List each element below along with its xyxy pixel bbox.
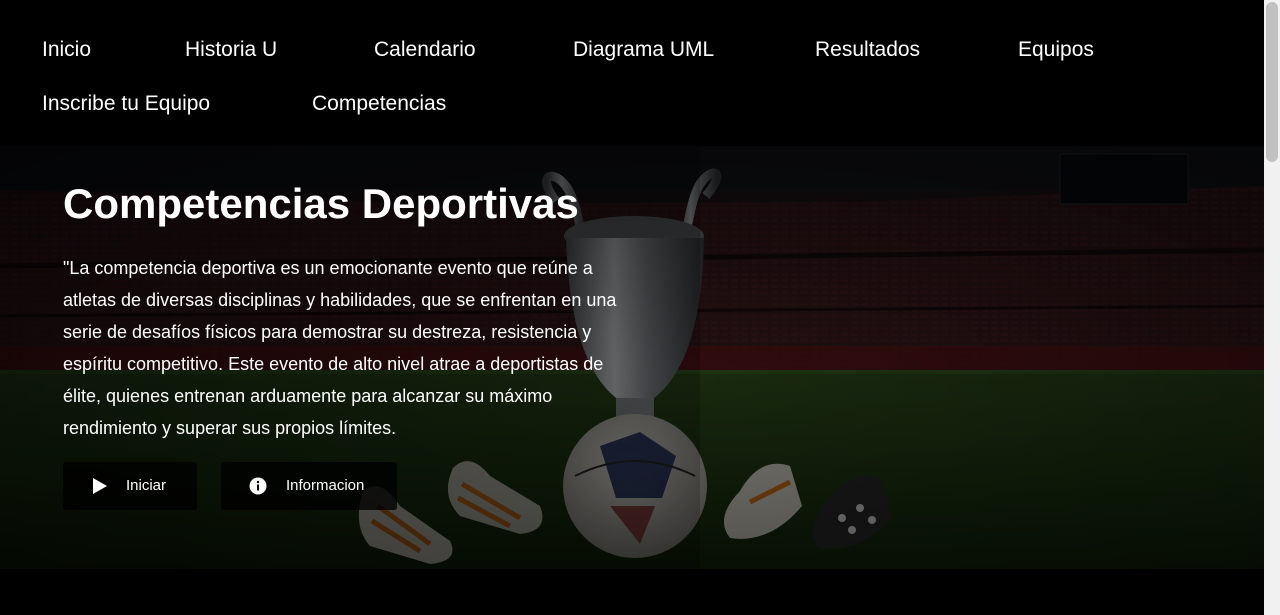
nav-link-inscribe-tu-equipo[interactable]: Inscribe tu Equipo (42, 92, 210, 116)
play-icon (93, 478, 107, 494)
iniciar-button[interactable]: Iniciar (63, 462, 197, 510)
informacion-button[interactable]: Informacion (221, 462, 397, 510)
hero-content: Competencias Deportivas "La competencia … (63, 180, 643, 444)
vertical-scrollbar[interactable] (1264, 0, 1280, 615)
informacion-button-label: Informacion (286, 477, 365, 494)
page-footer-area (0, 569, 1264, 615)
iniciar-button-label: Iniciar (126, 477, 167, 494)
nav-link-competencias[interactable]: Competencias (312, 92, 446, 116)
nav-link-calendario[interactable]: Calendario (374, 38, 476, 62)
nav-link-historia-u[interactable]: Historia U (185, 38, 277, 62)
nav-link-inicio[interactable]: Inicio (42, 38, 91, 62)
hero-title: Competencias Deportivas (63, 180, 579, 227)
info-icon (249, 477, 267, 495)
nav-link-equipos[interactable]: Equipos (1018, 38, 1094, 62)
nav-link-resultados[interactable]: Resultados (815, 38, 920, 62)
scrollbar-thumb[interactable] (1266, 2, 1278, 162)
nav-link-diagrama-uml[interactable]: Diagrama UML (573, 38, 714, 62)
hero-section: Competencias Deportivas "La competencia … (0, 146, 1264, 569)
main-nav: Inicio Historia U Calendario Diagrama UM… (0, 0, 1264, 146)
hero-description: "La competencia deportiva es un emociona… (63, 258, 617, 438)
